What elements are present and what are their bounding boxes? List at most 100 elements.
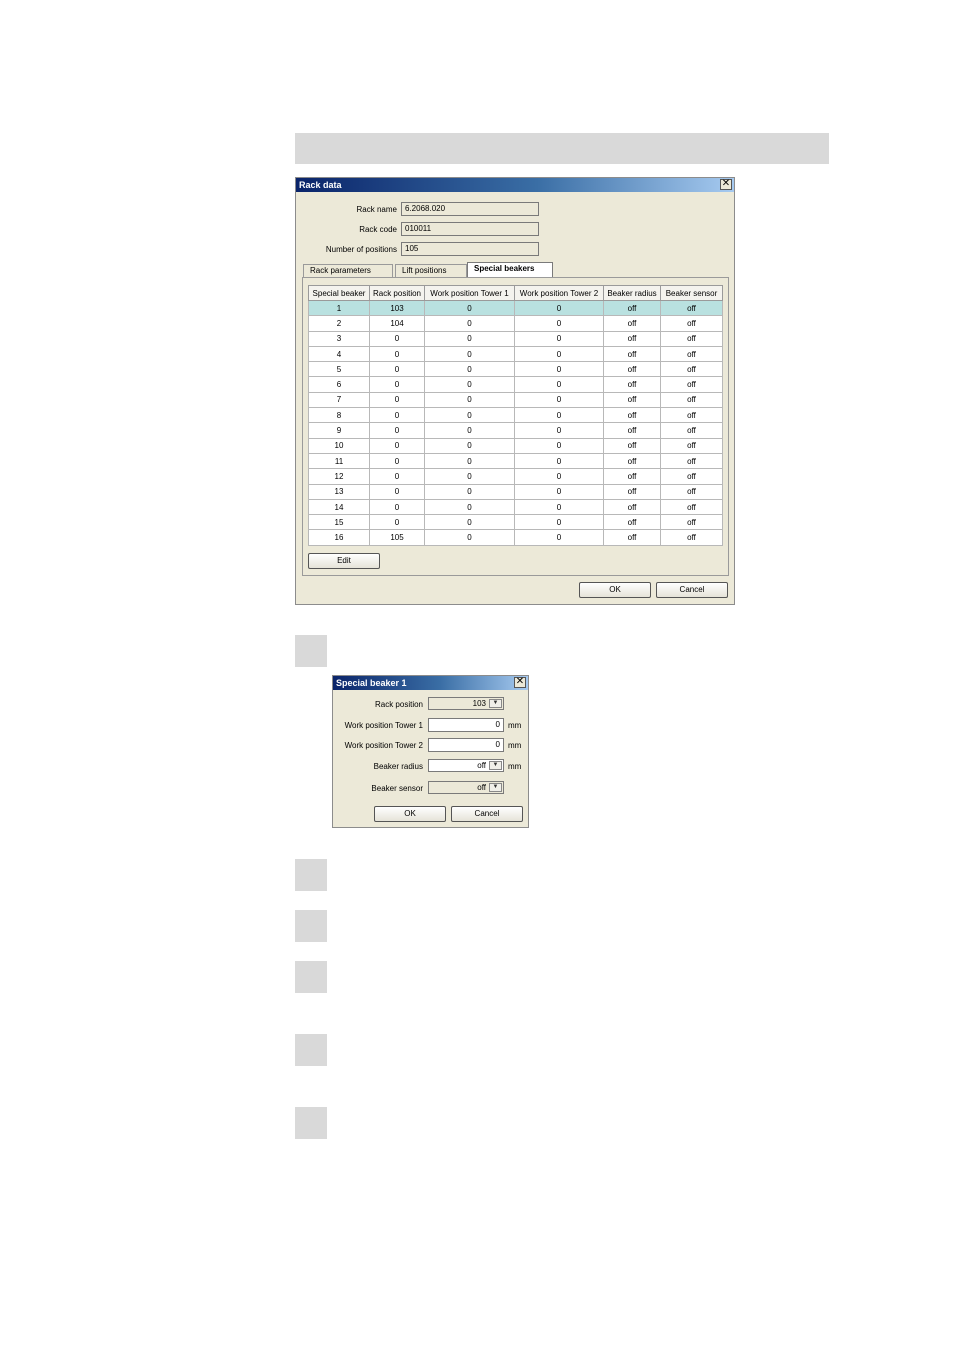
cell-beaker-sensor: off	[660, 484, 723, 500]
table-row[interactable]: 12 0 0 0 off off	[308, 468, 723, 485]
table-header-row: Special beaker Rack position Work positi…	[308, 285, 723, 301]
edit-button[interactable]: Edit	[308, 553, 380, 569]
step-marker	[295, 961, 327, 993]
table-row[interactable]: 15 0 0 0 off off	[308, 514, 723, 531]
work-position-tower-1-input[interactable]: 0	[428, 718, 504, 732]
chevron-down-icon[interactable]: ▼	[489, 783, 502, 792]
cell-work-position-tower-2: 0	[514, 514, 604, 531]
step-marker	[295, 910, 327, 942]
beaker-radius-label: Beaker radius	[373, 762, 423, 771]
table-row[interactable]: 16 105 0 0 off off	[308, 529, 723, 546]
step-marker	[295, 859, 327, 891]
ok-button[interactable]: OK	[374, 806, 446, 822]
work-position-tower-2-input[interactable]: 0	[428, 738, 504, 752]
cancel-button[interactable]: Cancel	[656, 582, 728, 598]
tab-lift-positions[interactable]: Lift positions	[395, 264, 467, 277]
column-header-rack-position[interactable]: Rack position	[369, 285, 425, 301]
cell-special-beaker: 9	[308, 422, 370, 439]
beaker-sensor-label: Beaker sensor	[371, 784, 423, 793]
cell-work-position-tower-2: 0	[514, 331, 604, 347]
tab-special-beakers[interactable]: Special beakers	[467, 262, 553, 277]
table-row[interactable]: 1 103 0 0 off off	[308, 300, 723, 317]
cell-work-position-tower-2: 0	[514, 453, 604, 470]
cell-beaker-sensor: off	[660, 346, 723, 363]
cell-work-position-tower-1: 0	[424, 514, 515, 531]
chevron-down-icon[interactable]: ▼	[489, 761, 502, 770]
cell-work-position-tower-1: 0	[424, 484, 515, 500]
cell-beaker-radius: off	[603, 468, 661, 485]
rack-code-field[interactable]: 010011	[401, 222, 539, 236]
cell-special-beaker: 13	[308, 484, 370, 500]
cell-work-position-tower-1: 0	[424, 300, 515, 317]
column-header-beaker-sensor[interactable]: Beaker sensor	[660, 285, 723, 301]
table-row[interactable]: 10 0 0 0 off off	[308, 438, 723, 454]
cell-beaker-radius: off	[603, 376, 661, 393]
rack-dialog-titlebar: Rack data	[296, 178, 734, 192]
ok-button[interactable]: OK	[579, 582, 651, 598]
work-position-tower-2-unit: mm	[508, 741, 522, 750]
cell-work-position-tower-1: 0	[424, 331, 515, 347]
number-of-positions-field[interactable]: 105	[401, 242, 539, 256]
table-row[interactable]: 13 0 0 0 off off	[308, 484, 723, 500]
cell-rack-position: 0	[369, 331, 425, 347]
rack-position-dropdown[interactable]: 103 ▼	[428, 697, 504, 710]
beaker-radius-dropdown[interactable]: off ▼	[428, 759, 504, 772]
table-row[interactable]: 9 0 0 0 off off	[308, 422, 723, 439]
cancel-button[interactable]: Cancel	[451, 806, 523, 822]
cell-work-position-tower-1: 0	[424, 468, 515, 485]
number-of-positions-label: Number of positions	[325, 245, 397, 254]
table-row[interactable]: 14 0 0 0 off off	[308, 499, 723, 516]
cell-rack-position: 104	[369, 315, 425, 332]
cell-beaker-sensor: off	[660, 376, 723, 393]
close-icon[interactable]: ✕	[514, 677, 526, 688]
table-row[interactable]: 7 0 0 0 off off	[308, 392, 723, 409]
cell-beaker-radius: off	[603, 331, 661, 347]
table-row[interactable]: 2 104 0 0 off off	[308, 315, 723, 332]
table-row[interactable]: 8 0 0 0 off off	[308, 407, 723, 424]
table-row[interactable]: 11 0 0 0 off off	[308, 453, 723, 470]
column-header-work-position-tower-2[interactable]: Work position Tower 2	[514, 285, 604, 301]
cell-beaker-radius: off	[603, 514, 661, 531]
cell-beaker-radius: off	[603, 300, 661, 317]
cell-beaker-sensor: off	[660, 499, 723, 516]
chevron-down-icon[interactable]: ▼	[489, 699, 502, 708]
cell-rack-position: 0	[369, 514, 425, 531]
beaker-sensor-dropdown[interactable]: off ▼	[428, 781, 504, 794]
column-header-beaker-radius[interactable]: Beaker radius	[603, 285, 661, 301]
cell-work-position-tower-2: 0	[514, 438, 604, 454]
table-row[interactable]: 6 0 0 0 off off	[308, 376, 723, 393]
cell-beaker-radius: off	[603, 453, 661, 470]
cell-beaker-radius: off	[603, 346, 661, 363]
beaker-dialog-title: Special beaker 1	[336, 678, 407, 688]
cell-beaker-radius: off	[603, 529, 661, 546]
cell-beaker-sensor: off	[660, 407, 723, 424]
cell-beaker-sensor: off	[660, 315, 723, 332]
close-icon[interactable]: ✕	[720, 179, 732, 190]
table-row[interactable]: 5 0 0 0 off off	[308, 361, 723, 378]
cell-special-beaker: 12	[308, 468, 370, 485]
rack-position-label: Rack position	[374, 700, 423, 709]
work-position-tower-1-label: Work position Tower 1	[344, 721, 423, 730]
beaker-dialog-titlebar: Special beaker 1	[333, 676, 528, 690]
cell-special-beaker: 15	[308, 514, 370, 531]
cell-special-beaker: 11	[308, 453, 370, 470]
cell-work-position-tower-2: 0	[514, 392, 604, 409]
column-header-special-beaker[interactable]: Special beaker	[308, 285, 370, 301]
cell-special-beaker: 10	[308, 438, 370, 454]
table-row[interactable]: 4 0 0 0 off off	[308, 346, 723, 363]
cell-work-position-tower-2: 0	[514, 529, 604, 546]
column-header-work-position-tower-1[interactable]: Work position Tower 1	[424, 285, 515, 301]
cell-work-position-tower-2: 0	[514, 315, 604, 332]
tab-rack-parameters[interactable]: Rack parameters	[303, 264, 393, 277]
cell-rack-position: 0	[369, 453, 425, 470]
table-row[interactable]: 3 0 0 0 off off	[308, 331, 723, 347]
cell-beaker-sensor: off	[660, 468, 723, 485]
beaker-sensor-value: off	[477, 783, 486, 792]
cell-special-beaker: 16	[308, 529, 370, 546]
cell-work-position-tower-1: 0	[424, 438, 515, 454]
cell-rack-position: 0	[369, 376, 425, 393]
cell-rack-position: 0	[369, 407, 425, 424]
rack-position-value: 103	[472, 699, 486, 708]
rack-name-field[interactable]: 6.2068.020	[401, 202, 539, 216]
step-marker	[295, 635, 327, 667]
